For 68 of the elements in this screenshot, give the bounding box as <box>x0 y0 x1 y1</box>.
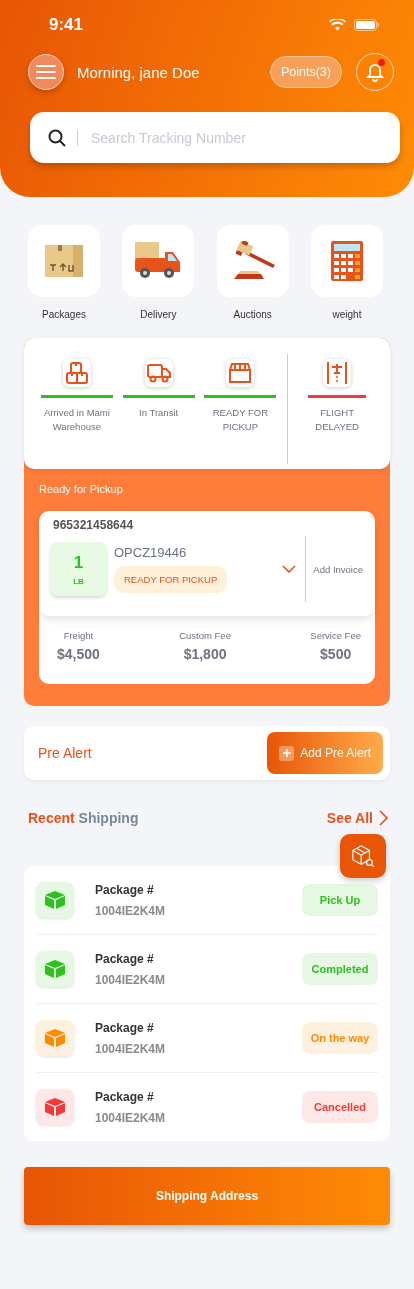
shortcut-label: Delivery <box>140 309 177 320</box>
fee-label: Freight <box>63 630 94 641</box>
package-number: 1004IE2K4M <box>95 1110 167 1125</box>
package-search-icon <box>351 844 375 868</box>
points-button[interactable]: Points(3) <box>269 56 342 88</box>
tracking-number: 965321458644 <box>53 518 135 532</box>
package-label: Package # <box>95 1020 155 1035</box>
status-tag: Cancelled <box>302 1091 378 1123</box>
package-label: Package # <box>95 882 155 897</box>
plus-icon <box>279 745 295 761</box>
package-number: 1004IE2K4M <box>95 1041 167 1056</box>
search-input[interactable]: Search Tracking Number <box>89 128 400 147</box>
shortcut-button[interactable] <box>216 225 289 297</box>
section-title: Recent Shipping <box>28 810 140 826</box>
step-label: In Transit <box>138 406 180 420</box>
battery-icon <box>354 19 380 31</box>
wifi-icon <box>329 19 346 31</box>
package-number: 1004IE2K4M <box>95 972 167 987</box>
greeting: Morning, jane Doe <box>77 63 201 81</box>
weight-unit: LB <box>73 576 84 586</box>
package-search-button[interactable] <box>340 834 386 878</box>
shipment-code: OPCZ19446 <box>114 545 188 560</box>
shortcut-label: Auctions <box>233 309 272 320</box>
status-tag: READY FOR PICKUP <box>114 566 228 593</box>
search-icon <box>48 128 66 147</box>
truck-step-icon <box>144 359 173 387</box>
step-label: READY FOR PICKUP <box>211 406 269 434</box>
fee-label: Custom Fee <box>179 630 231 641</box>
calculator-icon <box>331 241 363 281</box>
menu-button[interactable] <box>28 54 64 90</box>
weight-value: 1 <box>73 552 84 573</box>
search-field[interactable]: Search Tracking Number <box>30 112 400 163</box>
status-time: 9:41 <box>49 15 84 35</box>
shortcut-button[interactable] <box>122 225 195 297</box>
fee-value: $1,800 <box>183 646 227 662</box>
chevron-right-icon[interactable] <box>379 810 388 826</box>
fee-value: $500 <box>320 646 352 662</box>
fee-label: Service Fee <box>310 630 361 641</box>
see-all-link[interactable]: See All <box>326 810 373 826</box>
shortcut-button[interactable] <box>311 225 383 297</box>
boxes-step-icon <box>62 359 91 387</box>
shortcut-label: weight <box>332 309 362 320</box>
status-tag: Pick Up <box>302 884 378 916</box>
step-label: Arrived in Mami Warehouse <box>42 406 111 434</box>
chevron-down-icon[interactable] <box>282 565 297 573</box>
status-tag: Completed <box>302 953 378 985</box>
package-icon <box>36 951 74 987</box>
package-icon <box>36 1089 74 1125</box>
package-number: 1004IE2K4M <box>95 903 167 918</box>
fee-value: $4,500 <box>57 646 100 662</box>
package-icon <box>36 1020 74 1056</box>
section-title: Ready for Pickup <box>38 482 124 495</box>
add-pre-alert-button[interactable]: Add Pre Alert <box>267 732 383 774</box>
package-icon <box>36 882 74 918</box>
truck-icon <box>135 242 182 280</box>
package-label: Package # <box>95 951 155 966</box>
pre-alert-title: Pre Alert <box>38 745 93 761</box>
box-icon <box>45 245 83 277</box>
shipping-address-button[interactable]: Shipping Address <box>24 1167 390 1225</box>
add-invoice-link[interactable]: Add Invoice <box>313 563 363 575</box>
menu-icon <box>36 65 56 79</box>
bell-icon <box>366 62 384 82</box>
shortcut-label: Packages <box>42 309 86 320</box>
shortcut-button[interactable] <box>28 225 100 297</box>
step-label: FLIGHT DELAYED <box>314 406 360 434</box>
package-label: Package # <box>95 1089 155 1104</box>
store-step-icon <box>226 359 255 387</box>
status-tag: On the way <box>302 1022 378 1054</box>
